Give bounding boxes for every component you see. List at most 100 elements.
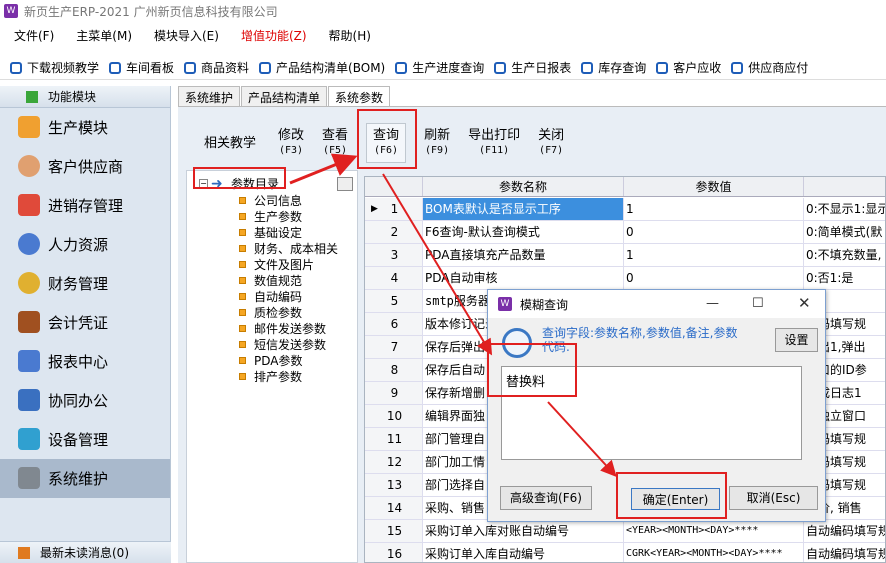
toolbar-bom[interactable]: 产品结构清单(BOM) <box>259 59 385 76</box>
table-row[interactable]: 4 PDA自动审核 0 0:否1:是 <box>365 267 885 290</box>
unread-messages[interactable]: 最新未读消息(0) <box>0 541 171 563</box>
sidebar-item-production[interactable]: 生产模块 <box>0 108 170 147</box>
tree-node[interactable]: 财务、成本相关 <box>239 240 338 256</box>
node-icon <box>239 228 246 236</box>
sidebar-item-inventory[interactable]: 进销存管理 <box>0 186 170 225</box>
menu-module-import[interactable]: 模块导入(E) <box>154 27 219 44</box>
app-logo: W <box>4 4 18 18</box>
toolbar-workshop-board[interactable]: 车间看板 <box>109 59 174 76</box>
maximize-icon[interactable]: ☐ <box>752 296 764 311</box>
checkbox-icon <box>395 61 408 74</box>
toolbar-receivables[interactable]: 客户应收 <box>656 59 721 76</box>
col-param-value[interactable]: 参数值 <box>624 177 804 196</box>
node-icon <box>239 324 246 332</box>
table-row[interactable]: 16 采购订单入库自动编号 CGRK<YEAR><MONTH><DAY>**** 自动… <box>365 543 885 562</box>
edit-button[interactable]: 修改 (F3) <box>278 128 304 158</box>
menu-help[interactable]: 帮助(H) <box>329 27 371 44</box>
cancel-button[interactable]: 取消(Esc) <box>729 486 818 510</box>
menu-bar: 文件(F) 主菜单(M) 模块导入(E) 增值功能(Z) 帮助(H) <box>0 24 886 46</box>
checkbox-icon <box>494 61 507 74</box>
function-bar: 相关教学 修改 (F3) 查看 (F5) 查询 (F6) 刷新 (F9) 导出打印 (F1… <box>190 118 886 168</box>
play-icon <box>26 91 38 103</box>
checkbox-icon <box>731 61 744 74</box>
node-icon <box>239 196 246 204</box>
expand-all-icon[interactable] <box>337 177 353 191</box>
app-logo: W <box>498 297 512 311</box>
tree-node[interactable]: 短信发送参数 <box>239 336 326 352</box>
tree-node[interactable]: 文件及图片 <box>239 256 314 272</box>
node-icon <box>239 292 246 300</box>
sidebar-item-customer-supplier[interactable]: 客户供应商 <box>0 147 170 186</box>
sidebar: 功能模块 生产模块 客户供应商 进销存管理 人力资源 财务管理 会计凭证 报表中… <box>0 86 171 563</box>
person-icon <box>18 233 40 255</box>
coins-icon <box>18 272 40 294</box>
advanced-query-button[interactable]: 高级查询(F6) <box>500 486 592 510</box>
checkbox-icon <box>184 61 197 74</box>
minimize-icon[interactable]: — <box>706 296 719 311</box>
menu-main[interactable]: 主菜单(M) <box>76 27 132 44</box>
tree-node[interactable]: 公司信息 <box>239 192 302 208</box>
checkbox-icon <box>656 61 669 74</box>
node-icon <box>239 276 246 284</box>
toolbar-daily-report[interactable]: 生产日报表 <box>494 59 571 76</box>
checkbox-icon <box>10 61 22 74</box>
table-row[interactable]: 2 F6查询-默认查询模式 0 0:简单模式(默 <box>365 221 885 244</box>
table-row[interactable]: 1 BOM表默认是否显示工序 1 0:不显示1:显示 <box>365 198 885 221</box>
table-row[interactable]: 15 采购订单入库对账自动编号 <YEAR><MONTH><DAY>**** 自动编码… <box>365 520 885 543</box>
tab-system-params[interactable]: 系统参数 <box>328 86 391 106</box>
tree-node[interactable]: 邮件发送参数 <box>239 320 326 336</box>
sidebar-item-equipment[interactable]: 设备管理 <box>0 420 170 459</box>
sidebar-item-system[interactable]: 系统维护 <box>0 459 170 498</box>
sidebar-item-finance[interactable]: 财务管理 <box>0 264 170 303</box>
tree-node[interactable]: 数值规范 <box>239 272 302 288</box>
calendar-icon <box>18 389 40 411</box>
bar-chart-icon <box>18 194 40 216</box>
tab-system-maintenance[interactable]: 系统维护 <box>178 86 241 106</box>
export-print-button[interactable]: 导出打印 (F11) <box>468 128 520 158</box>
tree-node[interactable]: 自动编码 <box>239 288 302 304</box>
refresh-button[interactable]: 刷新 (F9) <box>424 128 450 158</box>
toolbar-inventory[interactable]: 库存查询 <box>581 59 646 76</box>
node-icon <box>239 212 246 220</box>
users-icon <box>18 155 40 177</box>
book-icon <box>18 311 40 333</box>
node-icon <box>239 308 246 316</box>
node-icon <box>239 244 246 252</box>
tutorial-button[interactable]: 相关教学 <box>204 136 256 151</box>
settings-button[interactable]: 设置 <box>775 328 818 352</box>
view-button[interactable]: 查看 (F5) <box>322 128 348 158</box>
toolbar-payables[interactable]: 供应商应付 <box>731 59 808 76</box>
node-icon <box>239 260 246 268</box>
checkbox-icon <box>259 61 272 74</box>
sidebar-header: 功能模块 <box>0 86 170 108</box>
menu-value-added[interactable]: 增值功能(Z) <box>241 27 307 44</box>
table-row[interactable]: 3 PDA直接填充产品数量 1 0:不填充数量, <box>365 244 885 267</box>
annotation-box <box>193 167 286 189</box>
sidebar-item-accounting[interactable]: 会计凭证 <box>0 303 170 342</box>
tree-node[interactable]: 质检参数 <box>239 304 302 320</box>
tab-bom[interactable]: 产品结构清单 <box>241 86 328 106</box>
annotation-box <box>616 472 727 519</box>
tree-node[interactable]: 基础设定 <box>239 224 302 240</box>
tree-node[interactable]: PDA参数 <box>239 352 302 368</box>
app-titlebar: W 新页生产ERP-2021 广州新页信息科技有限公司 <box>0 0 886 22</box>
toolbar-video-tutorial[interactable]: 下载视频教学 <box>10 59 99 76</box>
sidebar-item-hr[interactable]: 人力资源 <box>0 225 170 264</box>
tree-node[interactable]: 生产参数 <box>239 208 302 224</box>
col-param-name[interactable]: 参数名称 <box>423 177 624 196</box>
annotation-box <box>357 109 417 169</box>
grid-header: 参数名称 参数值 <box>365 177 885 197</box>
annotation-box <box>487 343 577 397</box>
param-tree: − ➜ 参数目录 公司信息 生产参数 基础设定 财务、成本相关 文件及图片 数值规范… <box>186 170 358 563</box>
toolbar-product-info[interactable]: 商品资料 <box>184 59 249 76</box>
sidebar-item-reports[interactable]: 报表中心 <box>0 342 170 381</box>
report-icon <box>18 350 40 372</box>
app-title: 新页生产ERP-2021 广州新页信息科技有限公司 <box>24 4 278 19</box>
close-button[interactable]: 关闭 (F7) <box>538 128 564 158</box>
tree-node[interactable]: 排产参数 <box>239 368 302 384</box>
lock-icon <box>18 467 40 489</box>
sidebar-item-office[interactable]: 协同办公 <box>0 381 170 420</box>
menu-file[interactable]: 文件(F) <box>14 27 54 44</box>
close-icon[interactable]: ✕ <box>798 294 811 312</box>
toolbar-production-progress[interactable]: 生产进度查询 <box>395 59 484 76</box>
